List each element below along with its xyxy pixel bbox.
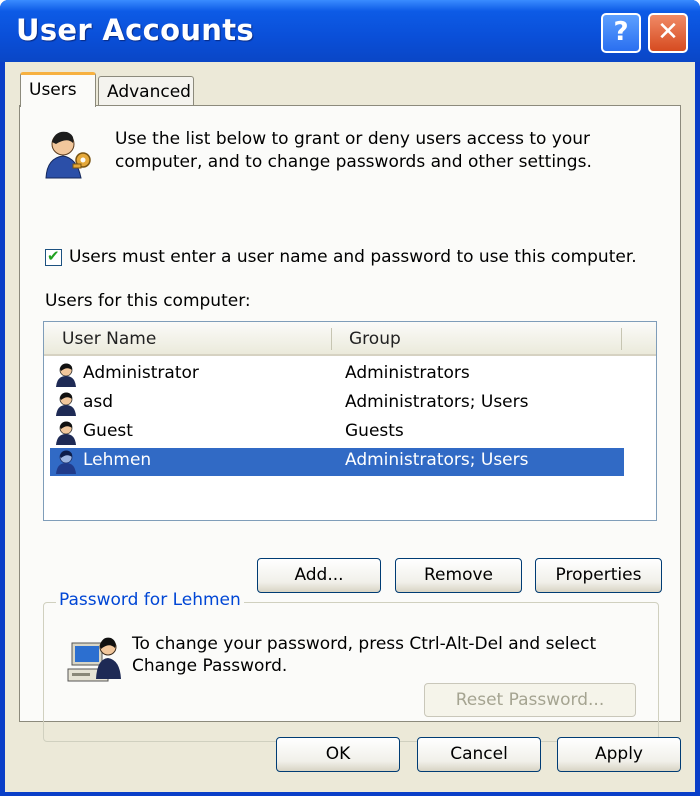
- close-button[interactable]: ✕: [648, 13, 688, 53]
- user-name: Lehmen: [83, 450, 152, 470]
- reset-password-button[interactable]: Reset Password...: [424, 683, 636, 717]
- user-icon: [56, 450, 76, 474]
- tab-advanced[interactable]: Advanced: [98, 76, 194, 108]
- help-icon: ?: [613, 17, 629, 47]
- user-icon: [56, 363, 76, 387]
- add-user-button[interactable]: Add...: [257, 558, 381, 593]
- cancel-button[interactable]: Cancel: [417, 737, 541, 772]
- properties-button[interactable]: Properties: [535, 558, 662, 593]
- password-groupbox-title: Password for Lehmen: [56, 590, 244, 610]
- list-header: User Name Group: [44, 322, 656, 356]
- column-header-user-name[interactable]: User Name: [62, 329, 156, 349]
- column-header-group[interactable]: Group: [349, 329, 401, 349]
- list-item[interactable]: Administrator Administrators: [50, 361, 624, 389]
- users-list[interactable]: User Name Group Administrator Administra…: [43, 321, 657, 521]
- user-icon: [56, 421, 76, 445]
- list-item-selected[interactable]: Lehmen Administrators; Users: [50, 448, 624, 476]
- password-help-text: To change your password, press Ctrl-Alt-…: [132, 634, 597, 676]
- user-name: Administrator: [83, 363, 199, 383]
- close-icon: ✕: [657, 17, 679, 47]
- checkmark-icon: ✔: [47, 247, 60, 265]
- window-title: User Accounts: [16, 13, 254, 47]
- column-divider[interactable]: [331, 328, 332, 350]
- user-group: Guests: [345, 421, 404, 441]
- user-icon: [56, 392, 76, 416]
- require-login-label: Users must enter a user name and passwor…: [69, 247, 637, 267]
- computer-user-icon: [67, 637, 121, 682]
- tab-users[interactable]: Users: [20, 72, 96, 107]
- help-button[interactable]: ?: [601, 13, 641, 53]
- user-group: Administrators; Users: [345, 450, 529, 470]
- user-group: Administrators; Users: [345, 392, 529, 412]
- users-key-icon: [45, 131, 91, 179]
- user-name: asd: [83, 392, 114, 412]
- column-divider[interactable]: [621, 328, 622, 350]
- require-login-checkbox[interactable]: ✔: [45, 247, 62, 266]
- user-accounts-window: User Accounts ? ✕ Users Advanced Use the…: [0, 0, 700, 796]
- ok-button[interactable]: OK: [276, 737, 400, 772]
- list-item[interactable]: Guest Guests: [50, 419, 624, 447]
- dialog-client-area: Users Advanced Use the list below to gra…: [5, 62, 695, 792]
- apply-button[interactable]: Apply: [557, 737, 681, 772]
- users-tab-panel: Use the list below to grant or deny user…: [19, 105, 681, 742]
- remove-user-button[interactable]: Remove: [395, 558, 522, 593]
- list-item[interactable]: asd Administrators; Users: [50, 390, 624, 418]
- user-group: Administrators: [345, 363, 470, 383]
- users-list-label: Users for this computer:: [45, 291, 251, 311]
- user-name: Guest: [83, 421, 133, 441]
- title-bar[interactable]: User Accounts ? ✕: [0, 0, 700, 62]
- password-groupbox: Password for Lehmen To change your passw…: [43, 590, 659, 742]
- intro-text: Use the list below to grant or deny user…: [115, 129, 592, 172]
